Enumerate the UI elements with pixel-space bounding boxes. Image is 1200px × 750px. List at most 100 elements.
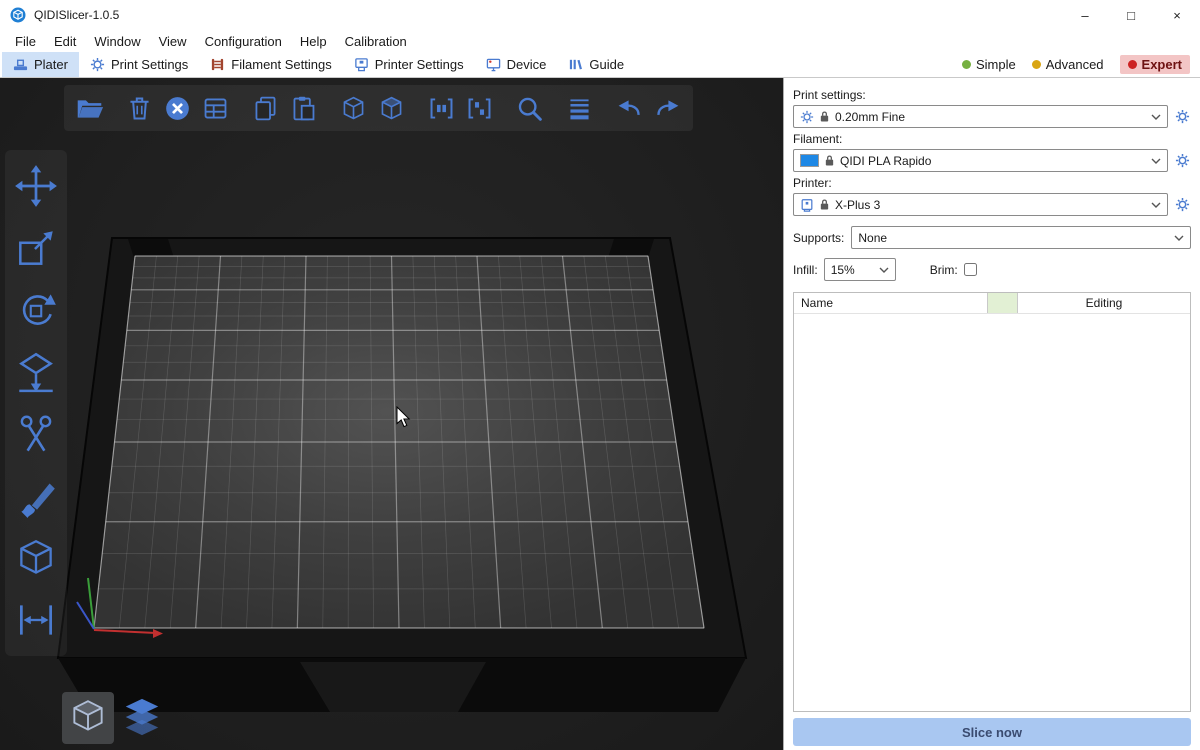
tab-printer-settings[interactable]: Printer Settings	[343, 52, 475, 77]
paste-icon	[289, 94, 318, 123]
lock-icon	[819, 110, 830, 123]
infill-label: Infill:	[793, 263, 818, 277]
object-list: Name Editing	[793, 292, 1191, 712]
seam-button[interactable]	[12, 534, 60, 582]
mode-advanced[interactable]: Advanced	[1032, 57, 1104, 72]
cut-icon	[13, 411, 59, 457]
split-parts-icon	[465, 94, 494, 123]
undo-button[interactable]	[614, 92, 645, 124]
split-parts-button[interactable]	[464, 92, 495, 124]
gear-icon	[1175, 197, 1190, 212]
copy-button[interactable]	[250, 92, 281, 124]
tabbar: Plater Print Settings Filament Settings	[0, 52, 1200, 78]
split-objects-icon	[427, 94, 456, 123]
gizmo-toolbar	[5, 150, 67, 656]
seam-icon	[13, 535, 59, 581]
menu-window[interactable]: Window	[85, 34, 149, 49]
settings-panel: Print settings: 0.20mm Fine	[783, 78, 1200, 750]
titlebar: QIDISlicer-1.0.5 – □ ×	[0, 0, 1200, 30]
column-header-editing: Editing	[1018, 293, 1190, 313]
mouse-cursor	[396, 406, 411, 428]
print-settings-gear-button[interactable]	[1173, 107, 1191, 127]
paint-supports-button[interactable]	[12, 472, 60, 520]
remove-instance-button[interactable]	[376, 92, 407, 124]
menu-configuration[interactable]: Configuration	[196, 34, 291, 49]
menubar: File Edit Window View Configuration Help…	[0, 30, 1200, 52]
add-instance-icon	[339, 94, 368, 123]
arrange-icon	[201, 94, 230, 123]
printer-settings-gear-button[interactable]	[1173, 195, 1191, 215]
column-header-name: Name	[794, 293, 988, 313]
object-list-body[interactable]	[794, 314, 1190, 711]
bed-clip-right	[608, 239, 654, 258]
scale-button[interactable]	[12, 224, 60, 272]
filament-label: Filament:	[793, 132, 1191, 146]
tab-label: Guide	[589, 57, 624, 72]
redo-button[interactable]	[652, 92, 683, 124]
tab-label: Print Settings	[111, 57, 188, 72]
cut-button[interactable]	[12, 410, 60, 458]
filament-combo[interactable]: QIDI PLA Rapido	[793, 149, 1168, 172]
search-button[interactable]	[514, 92, 545, 124]
slice-now-button[interactable]: Slice now	[793, 718, 1191, 746]
close-button[interactable]: ×	[1154, 0, 1200, 30]
remove-instance-icon	[377, 94, 406, 123]
copy-icon	[251, 94, 280, 123]
layer-height-button[interactable]	[564, 92, 595, 124]
menu-view[interactable]: View	[150, 34, 196, 49]
minimize-button[interactable]: –	[1062, 0, 1108, 30]
tab-print-settings[interactable]: Print Settings	[79, 52, 199, 77]
filament-color-swatch	[800, 154, 819, 167]
undo-icon	[615, 94, 644, 123]
redo-icon	[653, 94, 682, 123]
arrange-button[interactable]	[200, 92, 231, 124]
preview-button[interactable]	[116, 692, 168, 744]
mode-simple[interactable]: Simple	[962, 57, 1016, 72]
open-folder-icon	[75, 94, 104, 123]
split-objects-button[interactable]	[426, 92, 457, 124]
layer-height-icon	[565, 94, 594, 123]
delete-all-button[interactable]	[162, 92, 193, 124]
move-button[interactable]	[12, 162, 60, 210]
printer-combo[interactable]: X-Plus 3	[793, 193, 1168, 216]
plater-icon	[13, 57, 28, 72]
mode-expert[interactable]: Expert	[1120, 55, 1190, 74]
lock-icon	[824, 154, 835, 167]
scale-icon	[13, 225, 59, 271]
supports-combo[interactable]: None	[851, 226, 1191, 249]
view-3d-cube-icon	[67, 697, 109, 739]
rotate-button[interactable]	[12, 286, 60, 334]
tab-filament-settings[interactable]: Filament Settings	[199, 52, 342, 77]
infill-combo[interactable]: 15%	[824, 258, 896, 281]
tab-plater[interactable]: Plater	[2, 52, 79, 77]
mode-label: Expert	[1142, 57, 1182, 72]
measure-button[interactable]	[12, 596, 60, 644]
tab-guide[interactable]: Guide	[557, 52, 635, 77]
view-3d-button[interactable]	[62, 692, 114, 744]
printer-settings-icon	[354, 57, 369, 72]
gear-icon	[1175, 153, 1190, 168]
maximize-button[interactable]: □	[1108, 0, 1154, 30]
viewport-canvas[interactable]	[0, 78, 783, 750]
delete-button[interactable]	[124, 92, 155, 124]
tab-device[interactable]: Device	[475, 52, 558, 77]
open-button[interactable]	[74, 92, 105, 124]
menu-file[interactable]: File	[6, 34, 45, 49]
printer-value: X-Plus 3	[835, 198, 1146, 212]
view-switcher	[62, 692, 168, 744]
infill-value: 15%	[831, 263, 874, 277]
bed-clip-left	[128, 239, 174, 258]
object-toolbar	[64, 85, 693, 131]
filament-value: QIDI PLA Rapido	[840, 154, 1146, 168]
menu-edit[interactable]: Edit	[45, 34, 85, 49]
brim-checkbox[interactable]	[964, 263, 977, 276]
place-on-face-button[interactable]	[12, 348, 60, 396]
print-profile-combo[interactable]: 0.20mm Fine	[793, 105, 1168, 128]
simple-dot-icon	[962, 60, 971, 69]
filament-settings-gear-button[interactable]	[1173, 151, 1191, 171]
menu-calibration[interactable]: Calibration	[336, 34, 416, 49]
menu-help[interactable]: Help	[291, 34, 336, 49]
mode-switcher: Simple Advanced Expert	[962, 52, 1200, 77]
paste-button[interactable]	[288, 92, 319, 124]
add-instance-button[interactable]	[338, 92, 369, 124]
